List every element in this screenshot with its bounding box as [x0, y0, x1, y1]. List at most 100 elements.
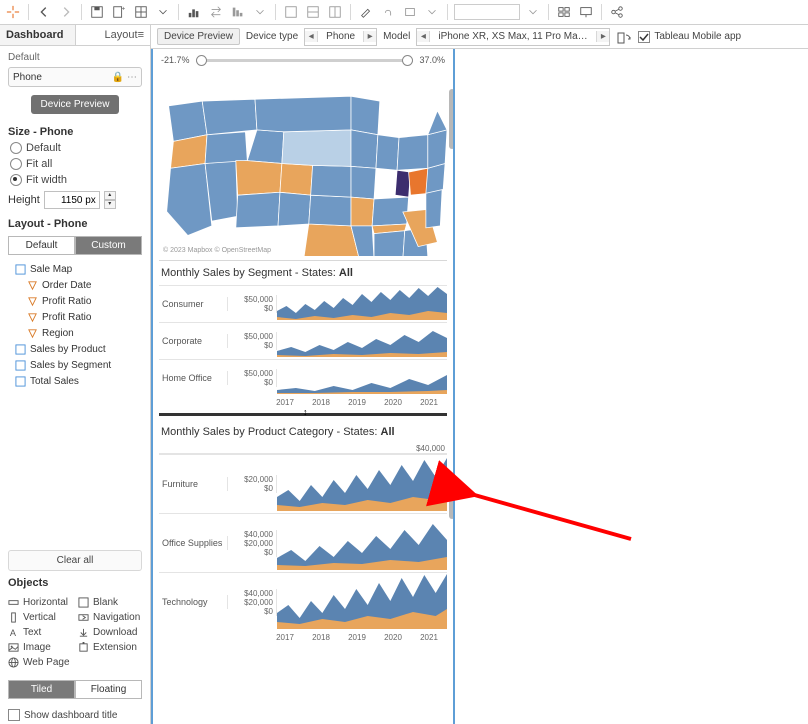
- obj-vertical[interactable]: Vertical: [8, 612, 72, 623]
- device-preview-btn[interactable]: Device Preview: [157, 28, 240, 45]
- tree-profit-ratio-1[interactable]: Profit Ratio: [4, 293, 146, 309]
- opt-fitwidth[interactable]: Fit width: [0, 172, 150, 188]
- device-dropdown[interactable]: Phone 🔒 ⋯: [8, 67, 142, 87]
- tableau-mobile-checkbox[interactable]: Tableau Mobile app: [638, 31, 741, 43]
- axis-homeoffice: $50,000$0: [228, 369, 277, 387]
- tab-layout[interactable]: Layout ≡: [76, 25, 151, 45]
- tree-sales-product[interactable]: Sales by Product: [4, 341, 146, 357]
- fit-icon[interactable]: [304, 3, 322, 21]
- device-type-label: Device type: [246, 31, 298, 42]
- presentation-icon[interactable]: [577, 3, 595, 21]
- scrollbar[interactable]: [447, 49, 455, 724]
- model-select[interactable]: ◂iPhone XR, XS Max, 11 Pro Max (414 x 89…: [416, 28, 610, 46]
- height-stepper[interactable]: ▴▾: [104, 191, 116, 209]
- sparkline-consumer[interactable]: [277, 286, 447, 322]
- sparkline-technology[interactable]: [277, 573, 447, 631]
- obj-horizontal[interactable]: Horizontal: [8, 597, 72, 608]
- swap-icon[interactable]: [207, 3, 225, 21]
- opt-fitall[interactable]: Fit all: [0, 156, 150, 172]
- chart-icon[interactable]: [185, 3, 203, 21]
- model-label: Model: [383, 31, 410, 42]
- separator: [447, 4, 448, 20]
- sale-map[interactable]: © 2023 Mapbox © OpenStreetMap: [159, 71, 447, 256]
- dropdown-icon[interactable]: [154, 3, 172, 21]
- dropdown4-icon[interactable]: [524, 3, 542, 21]
- share-icon[interactable]: [608, 3, 626, 21]
- new-dashboard-icon[interactable]: [132, 3, 150, 21]
- chart-segment-title: Monthly Sales by Segment - States: All: [159, 261, 447, 285]
- obj-navigation[interactable]: Navigation: [78, 612, 142, 623]
- slider-max: 37.0%: [419, 55, 445, 65]
- sparkline-furniture[interactable]: [277, 455, 447, 513]
- sparkline-office[interactable]: [277, 514, 447, 572]
- sparkline-corporate[interactable]: [277, 323, 447, 359]
- rotate-icon[interactable]: [616, 29, 632, 45]
- totals-icon[interactable]: [282, 3, 300, 21]
- tree-sale-map[interactable]: Sale Map: [4, 261, 146, 277]
- chart-product: Monthly Sales by Product Category - Stat…: [159, 420, 447, 646]
- tree-order-date[interactable]: Order Date: [4, 277, 146, 293]
- size-header: Size - Phone: [0, 120, 150, 140]
- opt-default-label: Default: [26, 142, 61, 154]
- forward-icon[interactable]: [57, 3, 75, 21]
- top-toolbar: +: [0, 0, 808, 25]
- red-arrow-annotation: [461, 479, 641, 562]
- new-sheet-icon[interactable]: +: [110, 3, 128, 21]
- axis-consumer: $50,000$0: [228, 295, 277, 313]
- device-bar: Device Preview Device type ◂Phone▸ Model…: [151, 25, 808, 49]
- show-title-checkbox[interactable]: Show dashboard title: [0, 705, 150, 724]
- cards-icon[interactable]: [555, 3, 573, 21]
- seg-floating[interactable]: Floating: [75, 680, 142, 699]
- row-consumer: Consumer: [159, 297, 228, 311]
- workspace: Device Preview Device type ◂Phone▸ Model…: [151, 25, 808, 724]
- seg-custom[interactable]: Custom: [75, 236, 142, 255]
- lock-icon: 🔒 ⋯: [112, 72, 137, 83]
- axis-technology: $40,000$20,000$0: [228, 589, 277, 616]
- back-icon[interactable]: [35, 3, 53, 21]
- labels-icon[interactable]: [401, 3, 419, 21]
- profit-ratio-slider[interactable]: -21.7% 37.0%: [159, 51, 447, 69]
- sparkline-homeoffice[interactable]: [277, 360, 447, 396]
- default-label: Default: [0, 46, 150, 65]
- tree-profit-ratio-2[interactable]: Profit Ratio: [4, 309, 146, 325]
- year-axis-2: 20172018201920202021: [159, 631, 447, 646]
- obj-webpage[interactable]: Web Page: [8, 657, 72, 668]
- row-corporate: Corporate: [159, 334, 228, 348]
- obj-extension[interactable]: Extension: [78, 642, 142, 653]
- obj-blank[interactable]: Blank: [78, 597, 142, 608]
- device-type-select[interactable]: ◂Phone▸: [304, 28, 377, 46]
- show-title-label: Show dashboard title: [24, 710, 117, 721]
- resize-handle[interactable]: [159, 413, 447, 416]
- tab-layout-label: Layout: [105, 29, 138, 41]
- clear-all-button[interactable]: Clear all: [8, 550, 142, 571]
- obj-text[interactable]: AText: [8, 627, 72, 638]
- obj-download[interactable]: Download: [78, 627, 142, 638]
- fit2-icon[interactable]: [326, 3, 344, 21]
- row-office: Office Supplies: [159, 536, 228, 550]
- axis-corporate: $50,000$0: [228, 332, 277, 350]
- height-input[interactable]: [44, 191, 100, 209]
- svg-text:+: +: [122, 5, 126, 12]
- obj-image[interactable]: Image: [8, 642, 72, 653]
- tree-total-sales[interactable]: Total Sales: [4, 373, 146, 389]
- seg-tiled[interactable]: Tiled: [8, 680, 75, 699]
- highlight-icon[interactable]: [357, 3, 375, 21]
- layout-header: Layout - Phone: [0, 212, 150, 232]
- dropdown3-icon[interactable]: [423, 3, 441, 21]
- tree-sales-segment[interactable]: Sales by Segment: [4, 357, 146, 373]
- attach-icon[interactable]: [379, 3, 397, 21]
- layout-tree: Sale Map Order Date Profit Ratio Profit …: [0, 259, 150, 391]
- dropdown2-icon[interactable]: [251, 3, 269, 21]
- tab-dashboard[interactable]: Dashboard: [0, 25, 76, 45]
- top-axis-tick: $40,000: [159, 444, 447, 454]
- opt-default[interactable]: Default: [0, 140, 150, 156]
- row-homeoffice: Home Office: [159, 371, 228, 385]
- save-icon[interactable]: [88, 3, 106, 21]
- seg-default[interactable]: Default: [8, 236, 75, 255]
- map-credit: © 2023 Mapbox © OpenStreetMap: [163, 247, 271, 254]
- toolbar-input[interactable]: [454, 4, 520, 20]
- sort-icon[interactable]: [229, 3, 247, 21]
- chart-segment: Monthly Sales by Segment - States: All C…: [159, 260, 447, 411]
- device-preview-button[interactable]: Device Preview: [31, 95, 120, 114]
- tree-region[interactable]: Region: [4, 325, 146, 341]
